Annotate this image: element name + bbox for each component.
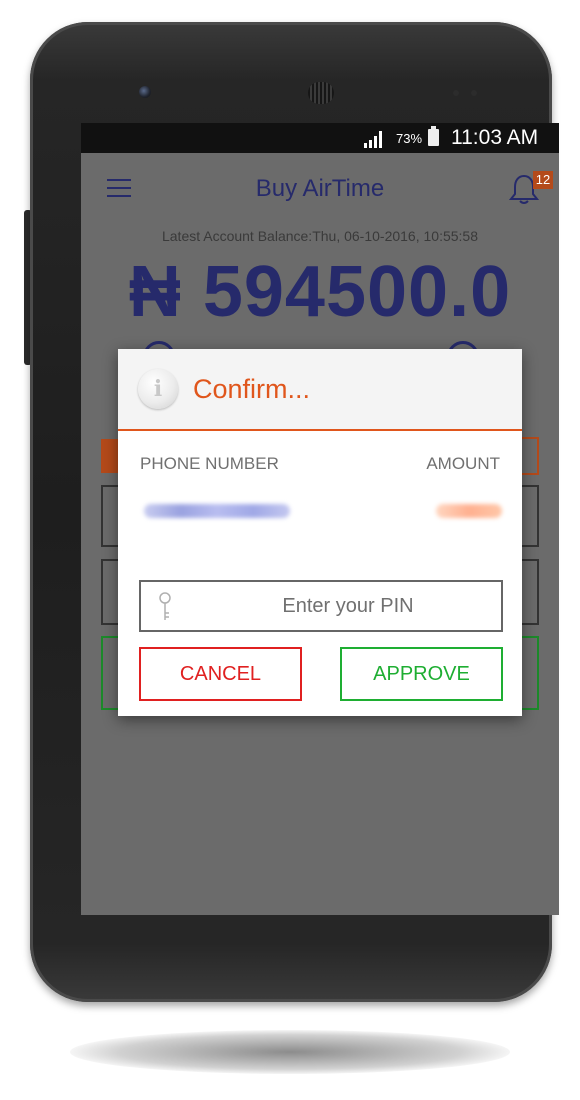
background-tab-left: [101, 439, 119, 473]
signal-icon: [364, 131, 382, 148]
background-field-left: [101, 485, 119, 547]
front-camera: [139, 86, 151, 98]
redacted-phone-number: [144, 504, 290, 518]
clock: 11:03 AM: [451, 126, 539, 149]
balance-label: Latest Account Balance:Thu, 06-10-2016, …: [161, 228, 478, 244]
phone-number-header: PHONE NUMBER: [140, 454, 279, 473]
page-title: Buy AirTime: [255, 175, 385, 202]
background-button-left: [101, 636, 119, 710]
pin-placeholder: Enter your PIN: [282, 595, 414, 617]
account-balance: ₦ 594500.0: [128, 252, 512, 332]
pin-input[interactable]: Enter your PIN: [139, 580, 503, 632]
proximity-sensor: [453, 90, 459, 96]
dialog-header: i Confirm...: [118, 349, 522, 431]
phone-frame: 73% 11:03 AM Buy AirTime 12 Latest Accou…: [30, 22, 559, 1002]
background-tab-right: [521, 437, 539, 475]
device-shadow: [70, 1030, 510, 1074]
confirm-dialog: i Confirm... PHONE NUMBER AMOUNT Enter y…: [118, 349, 522, 716]
amount-header: AMOUNT: [426, 454, 500, 473]
background-button-right: [521, 636, 539, 710]
background-field-right: [521, 559, 539, 625]
notification-badge: 12: [533, 171, 553, 189]
info-icon: i: [138, 369, 178, 409]
battery-percent: 73%: [396, 131, 423, 146]
status-bar: 73% 11:03 AM: [81, 123, 559, 153]
screen: 73% 11:03 AM Buy AirTime 12 Latest Accou…: [81, 123, 559, 915]
cancel-button[interactable]: CANCEL: [139, 647, 302, 701]
app-bar: Buy AirTime 12: [81, 153, 559, 223]
light-sensor: [471, 90, 477, 96]
battery-icon: [428, 126, 439, 146]
dialog-title: Confirm...: [193, 374, 311, 404]
background-field-right: [521, 485, 539, 547]
redacted-amount: [436, 504, 502, 518]
approve-button[interactable]: APPROVE: [340, 647, 503, 701]
background-field-left: [101, 559, 119, 625]
earpiece-speaker: [308, 82, 334, 104]
